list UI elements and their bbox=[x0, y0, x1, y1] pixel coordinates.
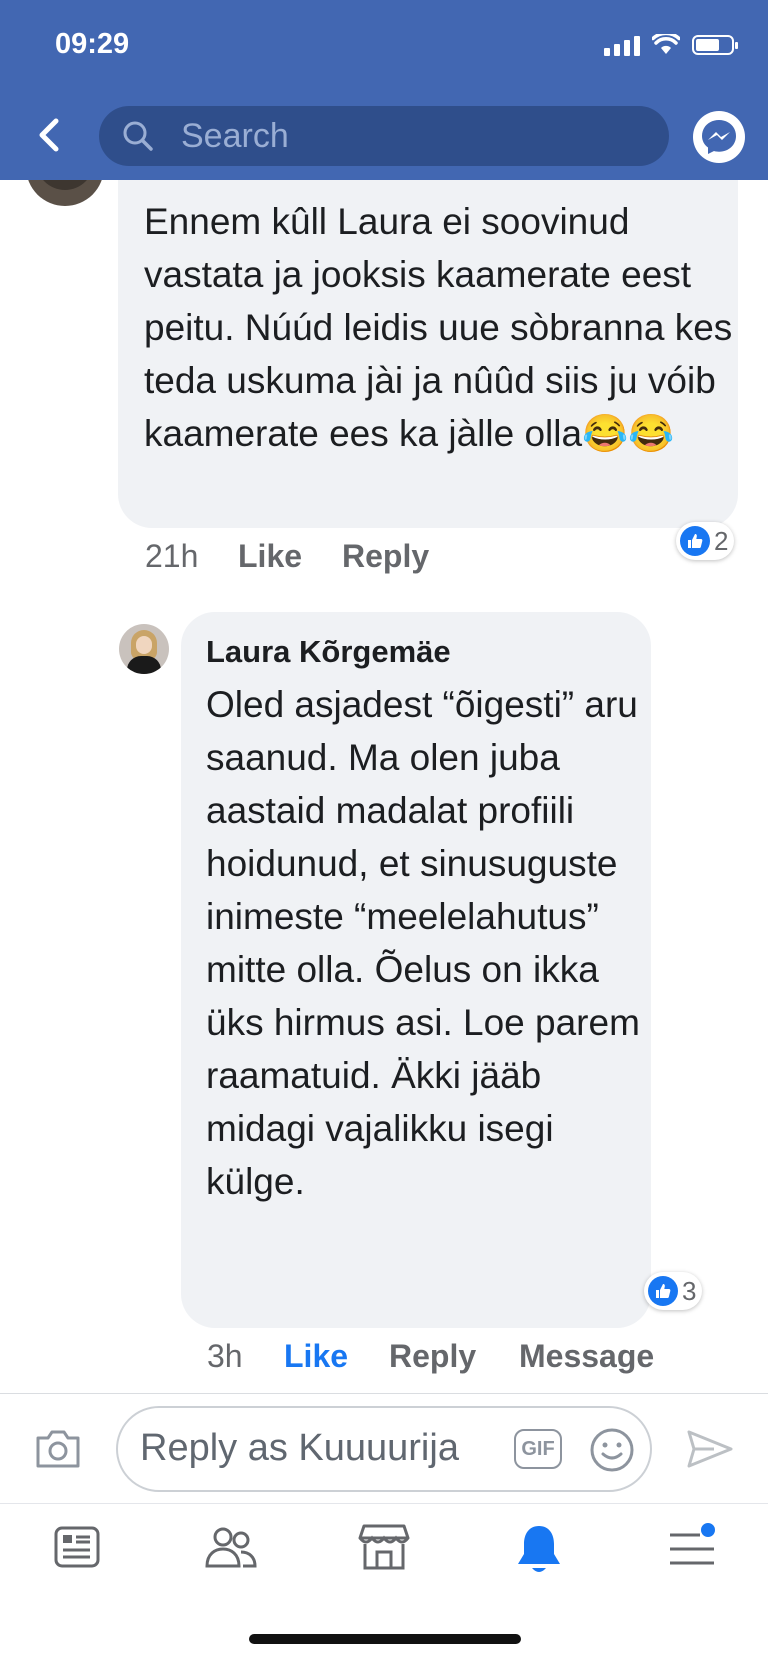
menu-icon[interactable] bbox=[666, 1522, 718, 1572]
messenger-icon bbox=[702, 120, 736, 154]
signal-icon bbox=[604, 34, 640, 56]
thumbs-up-icon bbox=[648, 1276, 678, 1306]
comment-author[interactable]: Laura Kõrgemäe bbox=[206, 634, 451, 670]
top-bar: 09:29 Search bbox=[0, 0, 768, 180]
reply-link[interactable]: Reply bbox=[342, 538, 429, 575]
reply-placeholder: Reply as Kuuuurija bbox=[140, 1427, 459, 1469]
news-feed-icon[interactable] bbox=[52, 1522, 102, 1572]
send-icon[interactable] bbox=[686, 1428, 734, 1470]
camera-icon[interactable] bbox=[34, 1428, 82, 1470]
friends-icon[interactable] bbox=[203, 1522, 259, 1572]
search-placeholder: Search bbox=[181, 117, 289, 155]
notifications-bell-icon[interactable] bbox=[514, 1522, 564, 1576]
comment-text: Ennem kûll Laura ei soovinud vastata ja … bbox=[144, 201, 733, 454]
reaction-count: 2 bbox=[714, 525, 729, 556]
battery-icon bbox=[692, 35, 738, 55]
like-link[interactable]: Like bbox=[238, 538, 302, 575]
emoji-icon[interactable] bbox=[589, 1427, 635, 1473]
reaction-badge[interactable]: 3 bbox=[644, 1272, 703, 1310]
avatar[interactable] bbox=[119, 624, 169, 674]
reaction-badge[interactable]: 2 bbox=[676, 522, 735, 560]
back-arrow-icon[interactable] bbox=[32, 115, 68, 155]
home-indicator[interactable] bbox=[249, 1634, 521, 1644]
reply-timestamp: 3h bbox=[207, 1338, 243, 1374]
reaction-count: 3 bbox=[682, 1275, 697, 1306]
thumbs-up-icon bbox=[680, 526, 710, 556]
gif-button[interactable]: GIF bbox=[514, 1429, 562, 1469]
marketplace-icon[interactable] bbox=[358, 1522, 410, 1572]
messenger-button[interactable] bbox=[693, 111, 745, 163]
status-icons bbox=[604, 34, 738, 56]
reply-link[interactable]: Reply bbox=[389, 1338, 476, 1375]
wifi-icon bbox=[652, 34, 680, 54]
status-time: 09:29 bbox=[55, 28, 130, 60]
comment-timestamp: 21h bbox=[145, 538, 199, 574]
reply-text: Oled asjadest “õigesti” aru saanud. Ma o… bbox=[206, 684, 640, 1202]
like-link[interactable]: Like bbox=[284, 1338, 348, 1375]
search-icon bbox=[123, 121, 153, 151]
search-input[interactable]: Search bbox=[99, 106, 669, 166]
message-link[interactable]: Message bbox=[519, 1338, 654, 1375]
